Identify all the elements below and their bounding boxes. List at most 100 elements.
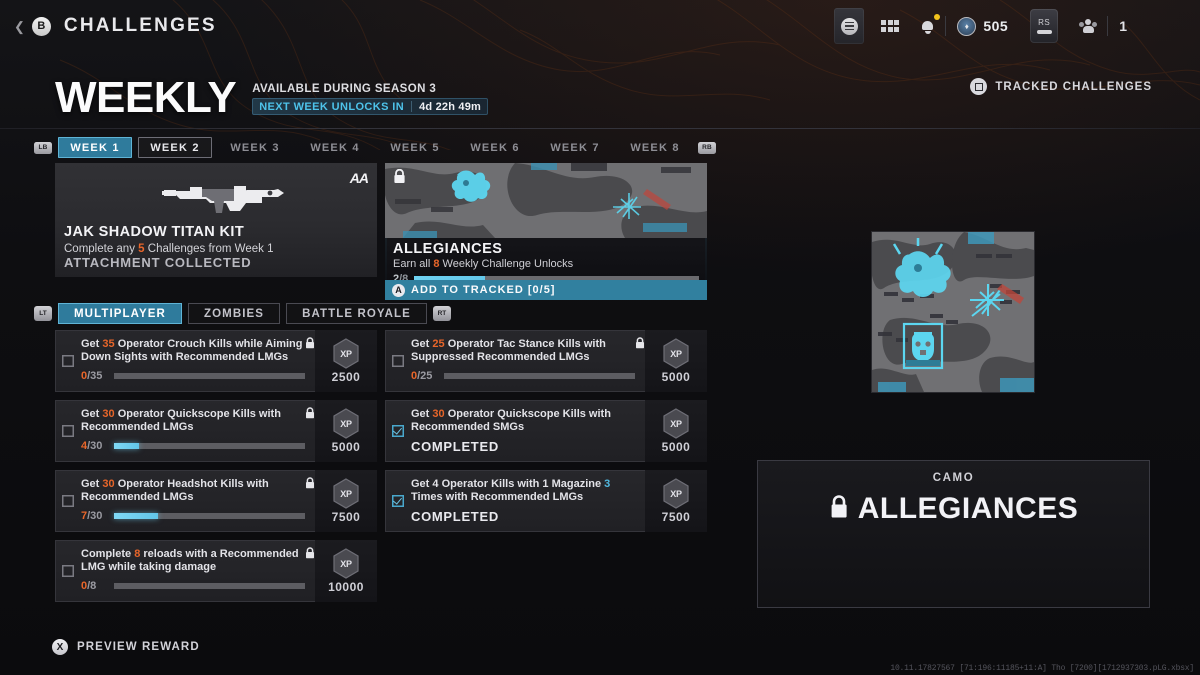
challenge-description: Get 30 Operator Quickscope Kills with Re… bbox=[411, 408, 639, 435]
grid-icon bbox=[881, 20, 900, 32]
add-to-tracked-button[interactable]: A ADD TO TRACKED [0/5] bbox=[385, 280, 707, 300]
xp-hex-icon: XP bbox=[332, 338, 360, 369]
currency-display[interactable]: ♦ 505 bbox=[946, 8, 1019, 44]
challenge-row[interactable]: Get 30 Operator Headshot Kills with Reco… bbox=[55, 470, 377, 532]
camo-lock-icon bbox=[393, 168, 406, 189]
xp-amount: 5000 bbox=[661, 440, 691, 454]
header-rule bbox=[0, 128, 1200, 129]
challenge-completed-label: COMPLETED bbox=[411, 508, 499, 524]
challenge-grid: Get 35 Operator Crouch Kills while Aimin… bbox=[55, 330, 715, 602]
xp-amount: 7500 bbox=[661, 510, 691, 524]
tab-zombies[interactable]: ZOMBIES bbox=[188, 303, 280, 324]
add-to-tracked-label: ADD TO TRACKED [0/5] bbox=[411, 284, 556, 296]
challenge-total: /25 bbox=[417, 369, 433, 382]
challenge-checkbox-wrap[interactable] bbox=[385, 470, 411, 532]
challenge-body: Get 30 Operator Quickscope Kills with Re… bbox=[81, 400, 315, 462]
challenge-checkbox-wrap[interactable] bbox=[55, 330, 81, 392]
reward-card-camo[interactable]: ALLEGIANCES Earn all 8 Weekly Challenge … bbox=[385, 163, 707, 300]
rs-button[interactable]: RS bbox=[1019, 8, 1069, 44]
checkbox-icon bbox=[62, 495, 74, 507]
challenge-target: 3 bbox=[604, 478, 611, 490]
right-bumper-icon[interactable]: RB bbox=[698, 141, 716, 154]
xp-lock-icon bbox=[305, 406, 315, 424]
grid-button[interactable] bbox=[870, 8, 910, 44]
tab-week-1[interactable]: WEEK 1 bbox=[58, 137, 132, 158]
challenge-column-right: Get 25 Operator Tac Stance Kills with Su… bbox=[385, 330, 707, 602]
challenge-checkbox-wrap[interactable] bbox=[385, 400, 411, 462]
challenge-reward: XP 2500 bbox=[306, 330, 377, 392]
camo-swatch bbox=[872, 232, 1034, 392]
left-bumper-icon[interactable]: LB bbox=[34, 141, 52, 154]
tracked-challenges-label: TRACKED CHALLENGES bbox=[995, 80, 1152, 93]
challenge-column-left: Get 35 Operator Crouch Kills while Aimin… bbox=[55, 330, 377, 602]
challenge-row[interactable]: Get 30 Operator Quickscope Kills with Re… bbox=[55, 400, 377, 462]
challenge-row[interactable]: Get 4 Operator Kills with 1 Magazine 3 T… bbox=[385, 470, 707, 532]
xp-hex-icon: XP bbox=[662, 478, 690, 509]
xp-badge-label: XP bbox=[340, 488, 352, 499]
reward-card-kit[interactable]: AA JAK SHADOW TITAN KIT Complete any 5 C… bbox=[55, 163, 377, 277]
camo-title-lock-icon bbox=[829, 494, 849, 525]
left-trigger-icon[interactable]: LT bbox=[34, 306, 52, 321]
challenge-body: Get 30 Operator Headshot Kills with Reco… bbox=[81, 470, 315, 532]
challenge-row[interactable]: Get 35 Operator Crouch Kills while Aimin… bbox=[55, 330, 377, 392]
challenge-row[interactable]: Get 25 Operator Tac Stance Kills with Su… bbox=[385, 330, 707, 392]
timer-divider bbox=[411, 101, 413, 112]
footer-bar: X PREVIEW REWARD 10.11.17827567 [71:196:… bbox=[0, 629, 1200, 675]
challenge-checkbox-wrap[interactable] bbox=[55, 400, 81, 462]
challenge-checkbox-wrap[interactable] bbox=[55, 540, 81, 602]
challenge-target: 30 bbox=[102, 478, 115, 490]
challenge-total: /30 bbox=[87, 439, 103, 452]
challenge-description: Get 35 Operator Crouch Kills while Aimin… bbox=[81, 338, 309, 365]
challenge-progress: 4/30 bbox=[81, 440, 309, 452]
camo-title-row: ALLEGIANCES bbox=[829, 492, 1079, 526]
notification-dot bbox=[934, 14, 941, 20]
back-button[interactable]: ❮ B bbox=[14, 16, 51, 36]
tab-week-4[interactable]: WEEK 4 bbox=[298, 137, 372, 158]
tab-week-8[interactable]: WEEK 8 bbox=[618, 137, 692, 158]
currency-value: 505 bbox=[983, 18, 1009, 34]
challenge-progress-bar bbox=[444, 372, 635, 379]
checkbox-checked-icon bbox=[392, 495, 404, 507]
hero-title: WEEKLY bbox=[55, 73, 237, 123]
tab-week-6[interactable]: WEEK 6 bbox=[458, 137, 532, 158]
next-week-time: 4d 22h 49m bbox=[419, 100, 482, 113]
tab-battle-royale[interactable]: BATTLE ROYALE bbox=[286, 303, 427, 324]
week-tab-bar: LB WEEK 1 WEEK 2 WEEK 3 WEEK 4 WEEK 5 WE… bbox=[34, 137, 716, 158]
tab-week-7[interactable]: WEEK 7 bbox=[538, 137, 612, 158]
camo-artwork bbox=[385, 163, 707, 238]
x-button-icon: X bbox=[52, 639, 68, 655]
tab-week-5[interactable]: WEEK 5 bbox=[378, 137, 452, 158]
challenge-row[interactable]: Complete 8 reloads with a Recommended LM… bbox=[55, 540, 377, 602]
xp-badge-label: XP bbox=[340, 558, 352, 569]
challenge-row[interactable]: Get 30 Operator Quickscope Kills with Re… bbox=[385, 400, 707, 462]
challenges-screen: ❮ B CHALLENGES ♦ 505 RS 1 WEEKLY AVAILAB… bbox=[0, 0, 1200, 675]
challenge-reward: XP 7500 bbox=[306, 470, 377, 532]
squad-count: 1 bbox=[1108, 8, 1138, 44]
tab-multiplayer[interactable]: MULTIPLAYER bbox=[58, 303, 182, 324]
xp-amount: 7500 bbox=[331, 510, 361, 524]
rs-key-label: RS bbox=[1038, 18, 1051, 27]
camo-description: Earn all 8 Weekly Challenge Unlocks bbox=[393, 258, 699, 270]
challenge-text-pre: Get bbox=[81, 478, 103, 490]
kit-title: JAK SHADOW TITAN KIT bbox=[64, 224, 245, 240]
menu-button[interactable] bbox=[834, 8, 865, 44]
right-trigger-icon[interactable]: RT bbox=[432, 306, 451, 321]
challenge-text-pre: Complete bbox=[81, 548, 135, 560]
preview-reward-label: PREVIEW REWARD bbox=[77, 641, 200, 653]
camo-pattern bbox=[385, 163, 707, 238]
xp-amount: 2500 bbox=[331, 370, 361, 384]
notifications-button[interactable] bbox=[910, 8, 945, 44]
squad-button[interactable] bbox=[1069, 8, 1107, 44]
challenge-progress: 0/25 bbox=[411, 370, 639, 382]
preview-reward-button[interactable]: X PREVIEW REWARD bbox=[52, 639, 200, 655]
tracked-challenges-button[interactable]: TRACKED CHALLENGES bbox=[970, 78, 1152, 95]
tab-week-2[interactable]: WEEK 2 bbox=[138, 137, 212, 158]
challenge-checkbox-wrap[interactable] bbox=[55, 470, 81, 532]
challenge-progress: 7/30 bbox=[81, 510, 309, 522]
challenge-checkbox-wrap[interactable] bbox=[385, 330, 411, 392]
checkbox-checked-icon bbox=[392, 425, 404, 437]
challenge-progress-value: 4/30 bbox=[81, 440, 107, 452]
challenge-text-pre: Get 4 Operator Kills with 1 Magazine bbox=[411, 478, 605, 490]
tab-week-3[interactable]: WEEK 3 bbox=[218, 137, 292, 158]
challenge-progress-bar bbox=[114, 442, 305, 449]
